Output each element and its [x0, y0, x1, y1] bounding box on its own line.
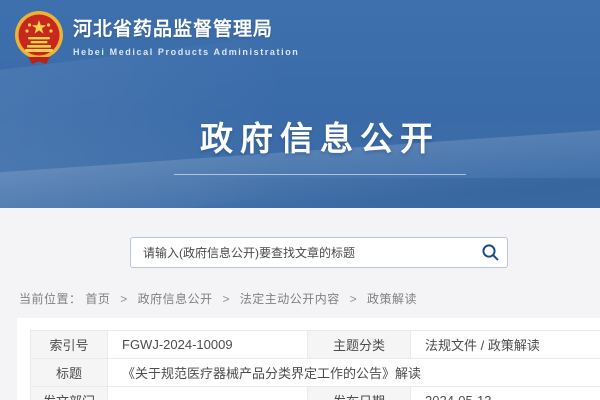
breadcrumb: 当前位置： 首页 > 政府信息公开 > 法定主动公开内容 > 政策解读: [19, 290, 417, 307]
breadcrumb-label: 当前位置：: [19, 292, 82, 306]
breadcrumb-separator: >: [350, 292, 358, 306]
breadcrumb-separator: >: [120, 292, 128, 306]
search-bar: [130, 237, 508, 268]
field-value-publish-date: 2024-05-13: [411, 387, 600, 400]
table-row: 索引号 FGWJ-2024-10009 主题分类 法规文件 / 政策解读: [31, 331, 600, 359]
banner-divider: [174, 174, 466, 175]
field-value-index-number: FGWJ-2024-10009: [108, 331, 308, 359]
field-label-subject-category: 主题分类: [308, 331, 411, 359]
content-panel: 索引号 FGWJ-2024-10009 主题分类 法规文件 / 政策解读 标题 …: [17, 318, 600, 400]
field-label-issuing-department: 发文部门: [31, 387, 108, 400]
field-value-subject-category: 法规文件 / 政策解读: [411, 331, 600, 359]
site-title: 河北省药品监督管理局: [73, 19, 299, 42]
field-value-title: 《关于规范医疗器械产品分类界定工作的公告》解读: [108, 359, 600, 387]
national-emblem-icon: [14, 8, 64, 68]
breadcrumb-item-policy-interpretation[interactable]: 政策解读: [367, 292, 417, 306]
document-info-table: 索引号 FGWJ-2024-10009 主题分类 法规文件 / 政策解读 标题 …: [30, 330, 600, 400]
search-input[interactable]: [131, 246, 473, 260]
field-label-index-number: 索引号: [31, 331, 108, 359]
field-value-issuing-department: [108, 387, 308, 400]
search-button[interactable]: [473, 238, 507, 267]
breadcrumb-item-home[interactable]: 首页: [85, 292, 110, 306]
breadcrumb-item-gov-info[interactable]: 政府信息公开: [138, 292, 213, 306]
field-label-publish-date: 发布日期: [308, 387, 411, 400]
breadcrumb-item-statutory-disclosure[interactable]: 法定主动公开内容: [240, 292, 340, 306]
breadcrumb-separator: >: [222, 292, 230, 306]
table-row: 标题 《关于规范医疗器械产品分类界定工作的公告》解读: [31, 359, 600, 387]
site-header[interactable]: 河北省药品监督管理局 Hebei Medical Products Admini…: [14, 8, 299, 68]
banner-dark-wave: [180, 178, 600, 208]
search-icon: [481, 243, 500, 262]
field-label-title: 标题: [31, 359, 108, 387]
site-title-english: Hebei Medical Products Administration: [73, 47, 299, 57]
page-title: 政府信息公开: [20, 112, 600, 160]
header-banner-background: 河北省药品监督管理局 Hebei Medical Products Admini…: [0, 0, 600, 208]
table-row: 发文部门 发布日期 2024-05-13: [31, 387, 600, 400]
